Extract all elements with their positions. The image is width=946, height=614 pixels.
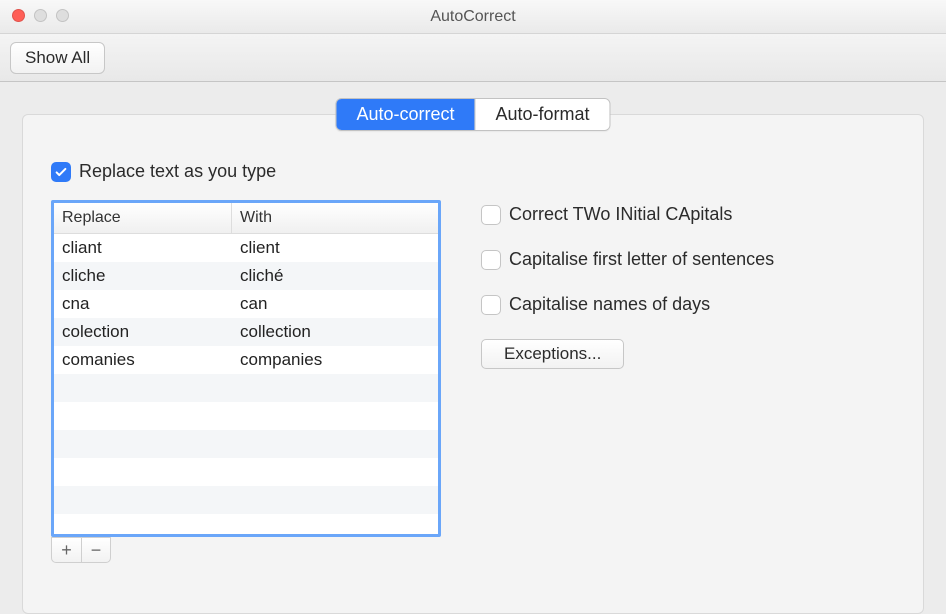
- cap-days-checkbox[interactable]: [481, 295, 501, 315]
- show-all-button[interactable]: Show All: [10, 42, 105, 74]
- replacements-table[interactable]: Replace With cliant client cliche cliché…: [51, 200, 441, 537]
- col-header-replace[interactable]: Replace: [54, 203, 232, 233]
- remove-row-button[interactable]: −: [81, 537, 111, 563]
- exceptions-button[interactable]: Exceptions...: [481, 339, 624, 369]
- cell-replace: cna: [54, 294, 232, 314]
- minus-icon: −: [91, 540, 102, 561]
- cap-first-sentence-label: Capitalise first letter of sentences: [509, 249, 774, 270]
- cell-with: cliché: [232, 266, 438, 286]
- close-window-button[interactable]: [12, 9, 25, 22]
- correct-two-caps-label: Correct TWo INitial CApitals: [509, 204, 732, 225]
- titlebar: AutoCorrect: [0, 0, 946, 34]
- cell-replace: colection: [54, 322, 232, 342]
- cell-with: collection: [232, 322, 438, 342]
- autocorrect-options: Correct TWo INitial CApitals Capitalise …: [481, 200, 895, 563]
- table-row[interactable]: cliant client: [54, 234, 438, 262]
- preferences-pane: Auto-correct Auto-format Replace text as…: [22, 114, 924, 614]
- replacements-table-wrap: Replace With cliant client cliche cliché…: [51, 200, 441, 563]
- cell-with: client: [232, 238, 438, 258]
- table-header: Replace With: [54, 203, 438, 234]
- cell-with: can: [232, 294, 438, 314]
- table-row[interactable]: colection collection: [54, 318, 438, 346]
- cell-replace: comanies: [54, 350, 232, 370]
- plus-icon: +: [61, 540, 72, 561]
- cell-replace: cliche: [54, 266, 232, 286]
- cap-first-sentence-checkbox[interactable]: [481, 250, 501, 270]
- table-row[interactable]: comanies companies: [54, 346, 438, 374]
- zoom-window-button[interactable]: [56, 9, 69, 22]
- cell-with: companies: [232, 350, 438, 370]
- minimize-window-button[interactable]: [34, 9, 47, 22]
- window-controls: [12, 9, 69, 22]
- cap-days-label: Capitalise names of days: [509, 294, 710, 315]
- correct-two-caps-row: Correct TWo INitial CApitals: [481, 204, 895, 225]
- cell-replace: cliant: [54, 238, 232, 258]
- replace-as-you-type-row: Replace text as you type: [23, 161, 923, 200]
- cap-first-sentence-row: Capitalise first letter of sentences: [481, 249, 895, 270]
- toolbar: Show All: [0, 34, 946, 82]
- correct-two-caps-checkbox[interactable]: [481, 205, 501, 225]
- tab-segmented-control: Auto-correct Auto-format: [335, 98, 610, 131]
- check-icon: [54, 165, 68, 179]
- replace-as-you-type-label: Replace text as you type: [79, 161, 276, 182]
- table-row[interactable]: cliche cliché: [54, 262, 438, 290]
- add-row-button[interactable]: +: [51, 537, 81, 563]
- tab-auto-correct[interactable]: Auto-correct: [336, 99, 474, 130]
- cap-days-row: Capitalise names of days: [481, 294, 895, 315]
- window-title: AutoCorrect: [0, 0, 946, 34]
- col-header-with[interactable]: With: [232, 203, 438, 233]
- replace-as-you-type-checkbox[interactable]: [51, 162, 71, 182]
- add-remove-controls: + −: [51, 537, 441, 563]
- table-body[interactable]: cliant client cliche cliché cna can cole…: [54, 234, 438, 534]
- table-row[interactable]: cna can: [54, 290, 438, 318]
- tab-auto-format[interactable]: Auto-format: [475, 99, 610, 130]
